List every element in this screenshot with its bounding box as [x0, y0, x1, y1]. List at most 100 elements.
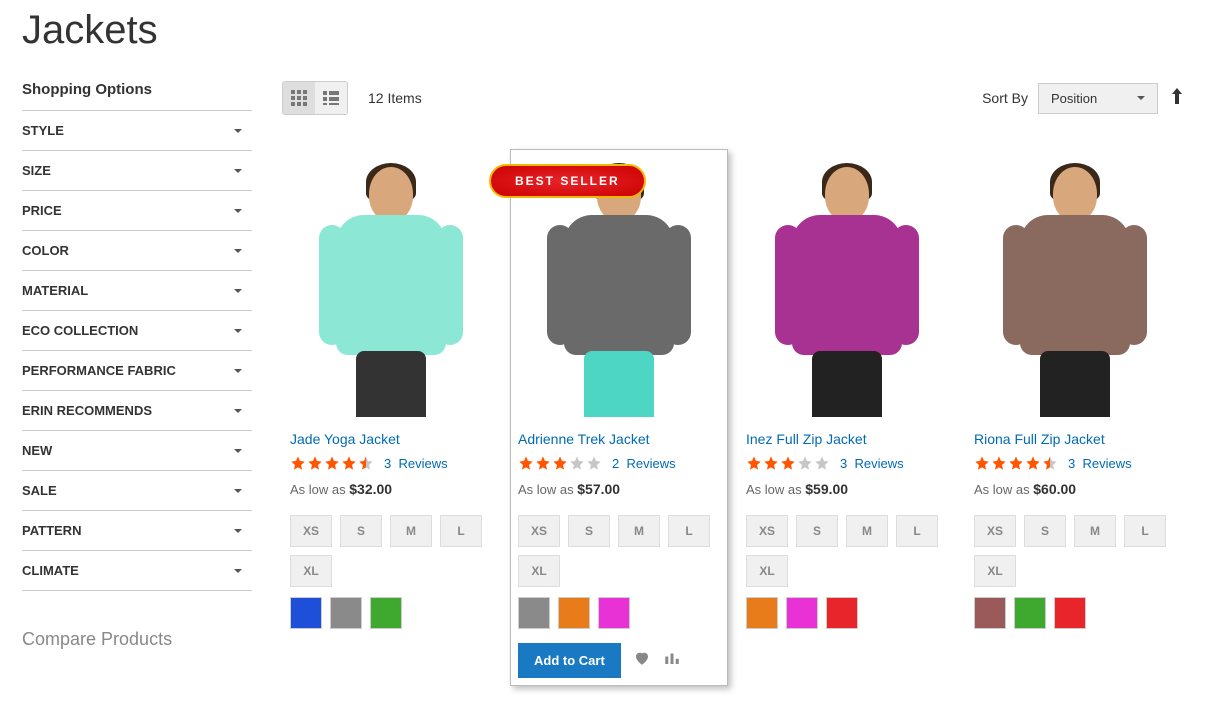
star-icon	[974, 455, 990, 471]
size-swatch-m[interactable]: M	[390, 515, 432, 547]
color-swatch[interactable]	[826, 597, 858, 629]
color-swatch[interactable]	[746, 597, 778, 629]
star-icon	[586, 455, 602, 471]
size-swatch-xl[interactable]: XL	[746, 555, 788, 587]
size-swatch-xl[interactable]: XL	[518, 555, 560, 587]
size-swatch-l[interactable]: L	[1124, 515, 1166, 547]
add-to-cart-button[interactable]: Add to Cart	[518, 643, 621, 678]
product-image[interactable]	[290, 157, 492, 417]
color-swatch[interactable]	[290, 597, 322, 629]
size-swatch-m[interactable]: M	[1074, 515, 1116, 547]
product-name-link[interactable]: Inez Full Zip Jacket	[746, 431, 948, 447]
size-swatch-s[interactable]: S	[340, 515, 382, 547]
color-swatch[interactable]	[558, 597, 590, 629]
color-swatch[interactable]	[598, 597, 630, 629]
compare-icon	[663, 649, 681, 667]
size-swatch-xs[interactable]: XS	[290, 515, 332, 547]
star-icon	[518, 455, 534, 471]
best-seller-badge: BEST SELLER	[489, 164, 646, 198]
star-half-icon	[1042, 455, 1058, 471]
filter-price[interactable]: PRICE	[22, 190, 252, 230]
size-swatch-xl[interactable]: XL	[974, 555, 1016, 587]
chevron-down-icon	[232, 165, 244, 177]
filter-label: ERIN RECOMMENDS	[22, 403, 152, 418]
reviews-link[interactable]: 3 Reviews	[384, 456, 448, 471]
heart-icon	[633, 649, 651, 667]
size-swatches: XSSML XL	[746, 515, 948, 587]
product-name-link[interactable]: Riona Full Zip Jacket	[974, 431, 1176, 447]
product-card: Riona Full Zip Jacket 3 Reviews As low a…	[966, 149, 1184, 686]
list-view-button[interactable]	[315, 82, 347, 114]
size-swatch-xl[interactable]: XL	[290, 555, 332, 587]
product-name-link[interactable]: Jade Yoga Jacket	[290, 431, 492, 447]
filter-new[interactable]: NEW	[22, 430, 252, 470]
toolbar: 12 Items Sort By Position	[282, 81, 1184, 115]
color-swatch[interactable]	[370, 597, 402, 629]
size-swatch-l[interactable]: L	[440, 515, 482, 547]
star-icon	[814, 455, 830, 471]
size-swatch-xs[interactable]: XS	[746, 515, 788, 547]
filter-style[interactable]: STYLE	[22, 110, 252, 150]
size-swatch-s[interactable]: S	[568, 515, 610, 547]
filter-sale[interactable]: SALE	[22, 470, 252, 510]
size-swatch-l[interactable]: L	[668, 515, 710, 547]
filter-label: PRICE	[22, 203, 62, 218]
arrow-up-icon	[1170, 88, 1184, 104]
star-icon	[290, 455, 306, 471]
size-swatch-s[interactable]: S	[796, 515, 838, 547]
size-swatch-m[interactable]: M	[618, 515, 660, 547]
rating-stars	[518, 455, 602, 471]
page-title: Jackets	[22, 8, 1184, 53]
size-swatch-xs[interactable]: XS	[974, 515, 1016, 547]
filter-climate[interactable]: CLIMATE	[22, 550, 252, 591]
item-count: 12 Items	[368, 90, 422, 106]
filter-pattern[interactable]: PATTERN	[22, 510, 252, 550]
star-half-icon	[358, 455, 374, 471]
wishlist-button[interactable]	[633, 649, 651, 672]
chevron-down-icon	[232, 565, 244, 577]
filter-eco-collection[interactable]: ECO COLLECTION	[22, 310, 252, 350]
star-icon	[1008, 455, 1024, 471]
filter-size[interactable]: SIZE	[22, 150, 252, 190]
product-name-link[interactable]: Adrienne Trek Jacket	[518, 431, 720, 447]
compare-button[interactable]	[663, 649, 681, 672]
size-swatch-s[interactable]: S	[1024, 515, 1066, 547]
color-swatch[interactable]	[1054, 597, 1086, 629]
price: As low as $32.00	[290, 481, 492, 497]
grid-view-button[interactable]	[283, 82, 315, 114]
color-swatches	[974, 597, 1176, 629]
filter-material[interactable]: MATERIAL	[22, 270, 252, 310]
product-image[interactable]	[974, 157, 1176, 417]
color-swatch[interactable]	[974, 597, 1006, 629]
reviews-link[interactable]: 2 Reviews	[612, 456, 676, 471]
color-swatch[interactable]	[1014, 597, 1046, 629]
filter-color[interactable]: COLOR	[22, 230, 252, 270]
size-swatches: XSSML XL	[974, 515, 1176, 587]
reviews-link[interactable]: 3 Reviews	[840, 456, 904, 471]
size-swatch-m[interactable]: M	[846, 515, 888, 547]
sort-direction-button[interactable]	[1170, 88, 1184, 109]
list-icon	[323, 90, 339, 106]
color-swatch[interactable]	[518, 597, 550, 629]
size-swatch-xs[interactable]: XS	[518, 515, 560, 547]
reviews-link[interactable]: 3 Reviews	[1068, 456, 1132, 471]
view-mode-switcher	[282, 81, 348, 115]
sort-value: Position	[1051, 91, 1097, 106]
chevron-down-icon	[232, 285, 244, 297]
size-swatch-l[interactable]: L	[896, 515, 938, 547]
filter-label: NEW	[22, 443, 52, 458]
filter-performance-fabric[interactable]: PERFORMANCE FABRIC	[22, 350, 252, 390]
price: As low as $57.00	[518, 481, 720, 497]
star-icon	[746, 455, 762, 471]
product-card: BEST SELLER Adrienne Trek Jacket 2 Revie…	[510, 149, 728, 686]
star-icon	[763, 455, 779, 471]
star-icon	[780, 455, 796, 471]
filter-label: ECO COLLECTION	[22, 323, 138, 338]
color-swatch[interactable]	[330, 597, 362, 629]
sort-by-select[interactable]: Position	[1038, 83, 1158, 114]
color-swatch[interactable]	[786, 597, 818, 629]
chevron-down-icon	[232, 125, 244, 137]
filter-erin-recommends[interactable]: ERIN RECOMMENDS	[22, 390, 252, 430]
product-image[interactable]	[746, 157, 948, 417]
size-swatches: XSSML XL	[518, 515, 720, 587]
